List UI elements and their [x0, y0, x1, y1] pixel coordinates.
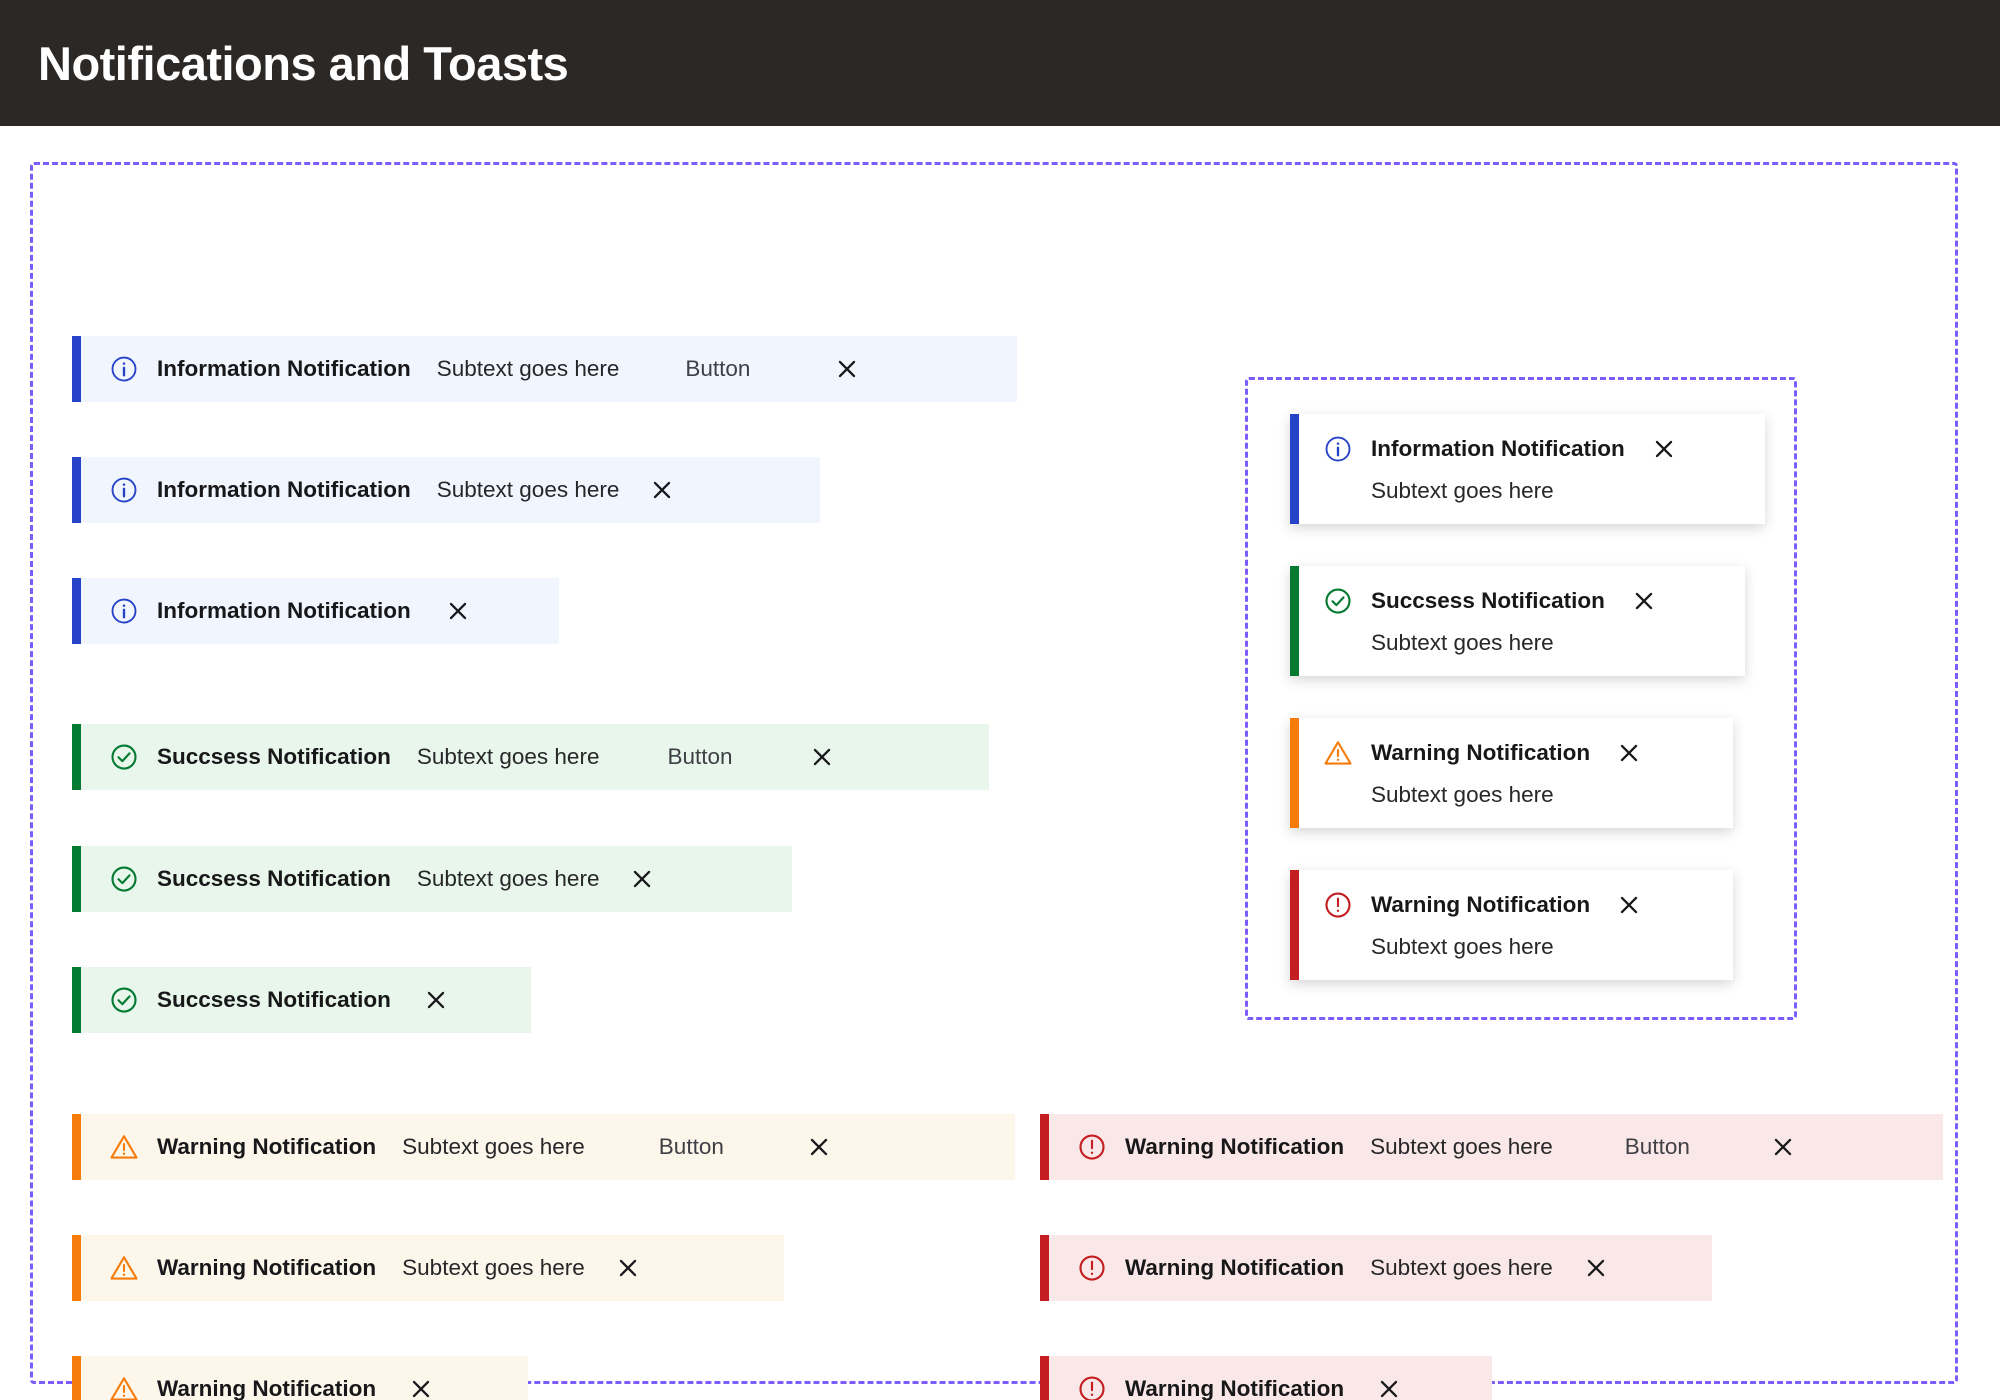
toast-title: Warning Notification	[1371, 740, 1591, 765]
notification-success-title: Succsess Notification	[72, 967, 531, 1033]
notification-error-sub: Warning Notification Subtext goes here	[1040, 1235, 1712, 1301]
notification-title: Information Notification	[157, 477, 411, 502]
error-circle-icon	[1077, 1253, 1107, 1283]
close-icon[interactable]	[445, 598, 471, 624]
check-circle-icon	[109, 985, 139, 1015]
notification-title: Warning Notification	[157, 1255, 377, 1280]
notification-warning-title: Warning Notification	[72, 1356, 528, 1400]
notification-info-title: Information Notification	[72, 578, 559, 644]
notification-subtext: Subtext goes here	[416, 866, 600, 891]
notification-success-sub: Succsess Notification Subtext goes here	[72, 846, 792, 912]
error-circle-icon	[1323, 890, 1353, 920]
toast-header-row: Warning Notification	[1323, 890, 1707, 920]
notification-info-full: Information Notification Subtext goes her…	[72, 336, 1017, 402]
close-icon[interactable]	[1583, 1255, 1609, 1281]
notification-title: Succsess Notification	[157, 866, 391, 891]
warning-triangle-icon	[1323, 738, 1353, 768]
toast-header-row: Succsess Notification	[1323, 586, 1719, 616]
notification-subtext: Subtext goes here	[436, 356, 620, 381]
toast-subtext: Subtext goes here	[1371, 478, 1554, 503]
info-circle-icon	[109, 596, 139, 626]
notification-title: Succsess Notification	[157, 987, 391, 1012]
app-header: Notifications and Toasts	[0, 0, 2000, 126]
check-circle-icon	[1323, 586, 1353, 616]
notification-error-full: Warning Notification Subtext goes here But…	[1040, 1114, 1943, 1180]
notification-title: Warning Notification	[157, 1376, 377, 1400]
toast-subtext: Subtext goes here	[1371, 630, 1554, 655]
warning-triangle-icon	[109, 1132, 139, 1162]
notification-action-button[interactable]: Button	[659, 1134, 724, 1160]
close-icon[interactable]	[615, 1255, 641, 1281]
toast-header-row: Information Notification	[1323, 434, 1739, 464]
toast-success: Succsess Notification Subtext goes here	[1290, 566, 1745, 676]
toast-error: Warning Notification Subtext goes here	[1290, 870, 1733, 980]
close-icon[interactable]	[423, 987, 449, 1013]
close-icon[interactable]	[1616, 892, 1642, 918]
notification-title: Succsess Notification	[157, 744, 391, 769]
close-icon[interactable]	[1770, 1134, 1796, 1160]
toast-title: Information Notification	[1371, 436, 1625, 461]
warning-triangle-icon	[109, 1253, 139, 1283]
design-canvas: Information Notification Subtext goes her…	[0, 126, 2000, 1400]
close-icon[interactable]	[806, 1134, 832, 1160]
close-icon[interactable]	[1631, 588, 1657, 614]
toast-header-row: Warning Notification	[1323, 738, 1707, 768]
info-circle-icon	[1323, 434, 1353, 464]
notification-title: Warning Notification	[1125, 1255, 1345, 1280]
page-title: Notifications and Toasts	[38, 36, 569, 90]
notification-title: Warning Notification	[1125, 1376, 1345, 1400]
notification-warning-sub: Warning Notification Subtext goes here	[72, 1235, 784, 1301]
close-icon[interactable]	[1616, 740, 1642, 766]
notification-title: Warning Notification	[157, 1134, 377, 1159]
notification-subtext: Subtext goes here	[402, 1255, 585, 1280]
notification-subtext: Subtext goes here	[402, 1134, 585, 1159]
notification-info-sub: Information Notification Subtext goes her…	[72, 457, 820, 523]
notification-action-button[interactable]: Button	[1625, 1134, 1690, 1160]
info-circle-icon	[109, 475, 139, 505]
close-icon[interactable]	[809, 744, 835, 770]
toast-info: Information Notification Subtext goes her…	[1290, 414, 1765, 524]
notification-warning-full: Warning Notification Subtext goes here But…	[72, 1114, 1015, 1180]
close-icon[interactable]	[629, 866, 655, 892]
close-icon[interactable]	[649, 477, 675, 503]
notification-title: Information Notification	[157, 598, 411, 623]
toast-title: Succsess Notification	[1371, 588, 1605, 613]
notification-action-button[interactable]: Button	[667, 744, 732, 770]
error-circle-icon	[1077, 1374, 1107, 1400]
check-circle-icon	[109, 864, 139, 894]
notification-success-full: Succsess Notification Subtext goes here Bu…	[72, 724, 989, 790]
notification-error-title: Warning Notification	[1040, 1356, 1492, 1400]
notification-title: Warning Notification	[1125, 1134, 1345, 1159]
notification-subtext: Subtext goes here	[1370, 1134, 1553, 1159]
check-circle-icon	[109, 742, 139, 772]
close-icon[interactable]	[834, 356, 860, 382]
toast-subtext: Subtext goes here	[1371, 934, 1554, 959]
close-icon[interactable]	[408, 1376, 434, 1400]
notification-subtext: Subtext goes here	[416, 744, 600, 769]
close-icon[interactable]	[1376, 1376, 1402, 1400]
notification-subtext: Subtext goes here	[1370, 1255, 1553, 1280]
warning-triangle-icon	[109, 1374, 139, 1400]
notification-title: Information Notification	[157, 356, 411, 381]
notification-subtext: Subtext goes here	[436, 477, 620, 502]
notification-action-button[interactable]: Button	[685, 356, 750, 382]
toast-title: Warning Notification	[1371, 892, 1591, 917]
error-circle-icon	[1077, 1132, 1107, 1162]
info-circle-icon	[109, 354, 139, 384]
toast-warning: Warning Notification Subtext goes here	[1290, 718, 1733, 828]
toast-subtext: Subtext goes here	[1371, 782, 1554, 807]
close-icon[interactable]	[1651, 436, 1677, 462]
